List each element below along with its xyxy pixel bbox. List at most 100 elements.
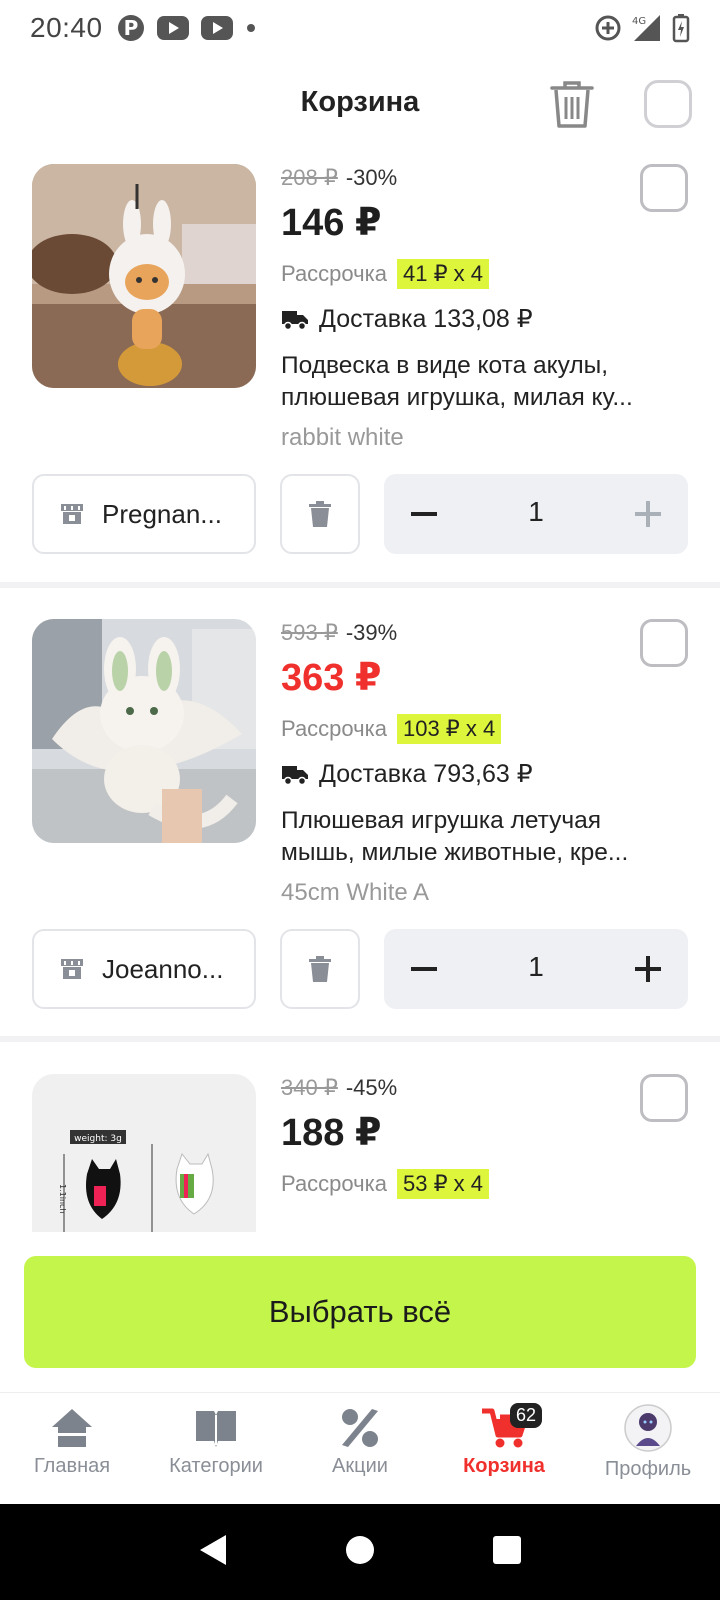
quantity-value: 1 — [528, 496, 544, 527]
store-icon — [61, 504, 83, 524]
item-info: 593 ₽ -39% 363 ₽ Рассрочка 103 ₽ x 4 Дос… — [281, 619, 671, 907]
price: 188 ₽ — [281, 1112, 382, 1154]
trash-icon — [550, 81, 594, 128]
item-checkbox[interactable] — [640, 1074, 688, 1122]
tab-label: Корзина — [463, 1455, 545, 1477]
discount-badge: -45% — [345, 1075, 398, 1100]
discount-badge: -39% — [345, 620, 398, 645]
price: 363 ₽ — [281, 657, 382, 699]
old-price: 340 ₽ — [281, 1075, 338, 1100]
battery-icon — [672, 13, 690, 43]
product-name[interactable]: Плюшевая игрушка летучая мышь, милые жив… — [281, 805, 671, 869]
tab-home[interactable]: Главная — [0, 1393, 144, 1504]
delivery-row: Доставка 793,63 ₽ — [281, 757, 671, 791]
tab-label: Главная — [33, 1455, 111, 1477]
decrement-button[interactable] — [384, 474, 464, 554]
signal-icon: 4G — [630, 13, 664, 43]
increment-button[interactable] — [608, 929, 688, 1009]
system-nav-bar — [0, 1504, 720, 1600]
minus-icon — [411, 512, 437, 516]
old-price: 208 ₽ — [281, 165, 338, 190]
svg-text:P: P — [123, 16, 138, 40]
installment-label: Рассрочка — [281, 1171, 387, 1196]
minus-icon — [411, 967, 437, 971]
delete-selected-button[interactable] — [548, 78, 596, 130]
recents-icon[interactable] — [492, 1535, 522, 1570]
installment-badge: 41 ₽ x 4 — [396, 259, 490, 289]
status-time: 20:40 — [30, 12, 103, 43]
delete-item-button[interactable] — [280, 474, 360, 554]
quantity-value: 1 — [528, 951, 544, 982]
page-title: Корзина — [300, 86, 420, 118]
cart-header: Корзина — [0, 56, 720, 152]
quantity-stepper: 1 — [384, 929, 688, 1009]
increment-button[interactable] — [608, 474, 688, 554]
svg-text:4G: 4G — [632, 16, 646, 27]
book-icon — [196, 1411, 236, 1447]
status-bar: 20:40 P 4G — [0, 0, 720, 56]
cart-item: weight: 3g 1.1inch 340 ₽ -45% 188 ₽ Расс… — [0, 1074, 720, 1232]
svg-text:1.1inch: 1.1inch — [58, 1184, 67, 1213]
product-variant: rabbit white — [281, 424, 404, 451]
youtube-icon — [200, 16, 233, 40]
tab-label: Категории — [169, 1455, 263, 1477]
item-info: 208 ₽ -30% 146 ₽ Рассрочка 41 ₽ x 4 Дост… — [281, 164, 671, 452]
select-all-checkbox[interactable] — [644, 80, 692, 128]
discount-badge: -30% — [345, 165, 398, 190]
delivery-price: Доставка 793,63 ₽ — [319, 760, 533, 788]
item-checkbox[interactable] — [640, 164, 688, 212]
item-actions: Pregnan... 1 — [0, 474, 720, 554]
installment-badge: 103 ₽ x 4 — [396, 714, 502, 744]
dot-icon — [245, 22, 257, 34]
installment-row[interactable]: Рассрочка 41 ₽ x 4 — [281, 258, 671, 290]
tab-categories[interactable]: Категории — [144, 1393, 288, 1504]
divider — [0, 582, 720, 588]
product-image[interactable] — [32, 164, 256, 388]
decrement-button[interactable] — [384, 929, 464, 1009]
trash-icon — [309, 501, 331, 527]
shop-button[interactable]: Joeanno... — [32, 929, 256, 1009]
installment-row[interactable]: Рассрочка 53 ₽ x 4 — [281, 1168, 671, 1200]
select-all-bar: Выбрать всё — [0, 1232, 720, 1392]
youtube-icon — [156, 16, 189, 40]
truck-icon — [282, 311, 308, 331]
truck-icon — [282, 766, 308, 786]
shop-name: Pregnan... — [102, 498, 222, 529]
shop-name: Joeanno... — [102, 953, 224, 984]
product-image[interactable]: weight: 3g 1.1inch — [32, 1074, 256, 1232]
installment-label: Рассрочка — [281, 261, 387, 286]
select-all-button[interactable]: Выбрать всё — [24, 1256, 696, 1368]
product-variant: 45cm White A — [281, 879, 430, 906]
installment-label: Рассрочка — [281, 716, 387, 741]
cart-count-badge: 62 — [510, 1403, 543, 1428]
quantity-stepper: 1 — [384, 474, 688, 554]
product-name[interactable]: Подвеска в виде кота акулы, плюшевая игр… — [281, 350, 671, 414]
store-icon — [61, 959, 83, 979]
shop-button[interactable]: Pregnan... — [32, 474, 256, 554]
item-info: 340 ₽ -45% 188 ₽ Рассрочка 53 ₽ x 4 — [281, 1074, 671, 1200]
product-image[interactable] — [32, 619, 256, 843]
data-saver-icon — [594, 14, 622, 42]
percent-icon — [342, 1409, 378, 1447]
delivery-price: Доставка 133,08 ₽ — [319, 305, 533, 333]
tab-label: Акции — [332, 1455, 388, 1477]
old-price: 593 ₽ — [281, 620, 338, 645]
home-nav-icon[interactable] — [345, 1535, 375, 1570]
svg-text:weight: 3g: weight: 3g — [74, 1134, 122, 1144]
home-icon — [52, 1409, 92, 1447]
installment-row[interactable]: Рассрочка 103 ₽ x 4 — [281, 713, 671, 745]
divider — [0, 1036, 720, 1042]
pinterest-icon: P — [117, 14, 145, 42]
tab-profile[interactable]: Профиль — [576, 1393, 720, 1504]
back-icon[interactable] — [198, 1533, 228, 1572]
tab-cart[interactable]: 62 Корзина — [432, 1393, 576, 1504]
delivery-row: Доставка 133,08 ₽ — [281, 302, 671, 336]
tab-label: Профиль — [604, 1458, 692, 1480]
avatar — [624, 1404, 672, 1452]
item-checkbox[interactable] — [640, 619, 688, 667]
tab-promotions[interactable]: Акции — [288, 1393, 432, 1504]
plus-icon — [635, 956, 661, 982]
price: 146 ₽ — [281, 202, 382, 244]
installment-badge: 53 ₽ x 4 — [396, 1169, 490, 1199]
delete-item-button[interactable] — [280, 929, 360, 1009]
